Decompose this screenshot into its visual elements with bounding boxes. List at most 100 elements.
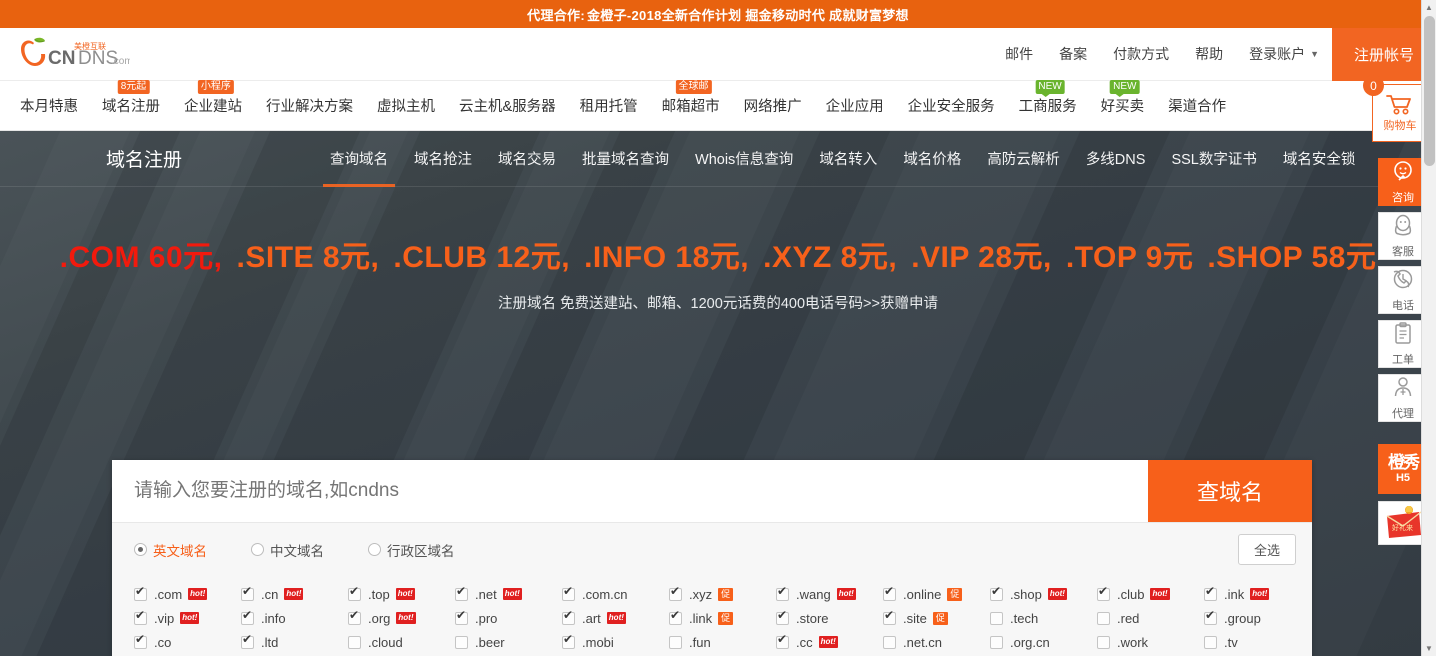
tld-label: .mobi [582,634,614,650]
select-all-button[interactable]: 全选 [1237,534,1296,565]
tld-checkbox-cn[interactable]: .cn hot! [241,582,348,606]
tld-checkbox-mobi[interactable]: .mobi [562,630,669,654]
search-button[interactable]: 查域名 [1148,460,1312,522]
hero-section: 域名注册 查询域名 域名抢注 域名交易 批量域名查询 Whois信息查询 域名转入 域名价格… [0,131,1436,656]
main-nav-item-0[interactable]: 本月特惠 [8,81,90,131]
checkbox-icon [455,585,468,601]
sub-nav-tab-3[interactable]: 批量域名查询 [569,131,682,187]
main-nav-item-label: 虚拟主机 [377,99,435,115]
tld-checkbox-comcn[interactable]: .com.cn [562,582,669,606]
main-nav-item-1[interactable]: 8元起 域名注册 [90,79,172,131]
cart-button[interactable]: 0 购物车 [1363,75,1428,142]
sub-nav-tab-0[interactable]: 查询域名 [317,131,401,187]
checkbox-icon [241,585,254,601]
site-logo[interactable]: CN DNS .com 美橙互联 [12,36,130,72]
checkbox-icon [990,611,1003,625]
red-envelope-gift-icon: 好礼来 [1386,506,1422,538]
tld-checkbox-link[interactable]: .link 促 [669,606,776,630]
sub-nav-tab-9[interactable]: SSL数字证书 [1158,131,1269,187]
top-promo-bar[interactable]: 代理合作: 金橙子-2018全新合作计划 掘金移动时代 成就财富梦想 [0,0,1436,28]
tld-checkbox-beer[interactable]: .beer [455,630,562,654]
hot-badge: hot! [395,588,415,600]
tld-checkbox-group[interactable]: .group [1204,606,1311,630]
checkbox-icon [883,635,896,649]
sub-nav-tab-10[interactable]: 域名安全锁 [1270,131,1369,187]
tld-checkbox-pro[interactable]: .pro [455,606,562,630]
tld-checkbox-shop[interactable]: .shop hot! [990,582,1097,606]
sub-promo-text[interactable]: 注册域名 免费送建站、邮箱、1200元话费的400电话号码>>获赠申请 [0,292,1436,313]
main-nav-item-4[interactable]: 虚拟主机 [365,81,447,131]
main-nav-item-10[interactable]: 企业安全服务 [896,81,1007,131]
sub-nav-tab-4[interactable]: Whois信息查询 [682,131,806,187]
tld-checkbox-site[interactable]: .site 促 [883,606,990,630]
domain-type-radio-2[interactable]: 行政区域名 [368,540,455,560]
main-nav-item-3[interactable]: 行业解决方案 [254,81,365,131]
tld-checkbox-store[interactable]: .store [776,606,883,630]
main-nav-item-6[interactable]: 租用托管 [568,81,650,131]
search-input[interactable] [112,460,1148,522]
tld-checkbox-top[interactable]: .top hot! [348,582,455,606]
tld-checkbox-art[interactable]: .art hot! [562,606,669,630]
scrollbar-thumb[interactable] [1424,16,1435,166]
main-nav-badge: 小程序 [197,79,234,94]
header-right: 邮件 备案 付款方式 帮助 登录账户 ▼ 注册帐号 [992,27,1436,81]
tld-checkbox-red[interactable]: .red [1097,606,1204,630]
checkbox-icon [134,609,147,625]
main-nav-item-2[interactable]: 小程序 企业建站 [172,79,254,131]
main-nav-item-13[interactable]: 渠道合作 [1156,81,1238,131]
main-nav-item-12[interactable]: NEW 好买卖 [1089,79,1157,131]
vertical-scrollbar[interactable]: ▲ ▼ [1421,0,1436,656]
tld-checkbox-xyz[interactable]: .xyz 促 [669,582,776,606]
main-nav-item-5[interactable]: 云主机&服务器 [447,81,568,131]
tld-checkbox-com[interactable]: .com hot! [134,582,241,606]
price-promo-line: .COM 60元, .SITE 8元, .CLUB 12元, .INFO 18元, .X… [0,232,1436,276]
tld-checkbox-net[interactable]: .net hot! [455,582,562,606]
tld-label: .work [1117,634,1149,650]
tld-checkbox-wang[interactable]: .wang hot! [776,582,883,606]
sub-nav-tab-7[interactable]: 高防云解析 [974,131,1073,187]
header-link-mail[interactable]: 邮件 [992,28,1046,81]
header-link-label: 邮件 [1005,46,1034,62]
checkbox-icon [990,585,1003,601]
scroll-down-icon[interactable]: ▼ [1425,644,1433,653]
tld-checkbox-tech[interactable]: .tech [990,606,1097,630]
tld-checkbox-orgcn[interactable]: .org.cn [990,630,1097,654]
main-nav-item-label: 租用托管 [579,99,638,115]
sub-nav-tab-6[interactable]: 域名价格 [890,131,974,187]
tld-checkbox-online[interactable]: .online 促 [883,582,990,606]
header-link-login[interactable]: 登录账户 ▼ [1236,28,1332,81]
radio-dot-icon [134,543,147,556]
tld-checkbox-ltd[interactable]: .ltd [241,630,348,654]
tld-checkbox-cloud[interactable]: .cloud [348,630,455,654]
domain-type-radio-1[interactable]: 中文域名 [251,540,324,560]
main-nav-item-8[interactable]: 网络推广 [732,81,814,131]
tld-checkbox-org[interactable]: .org hot! [348,606,455,630]
tld-checkbox-club[interactable]: .club hot! [1097,582,1204,606]
tld-checkbox-co[interactable]: .co [134,630,241,654]
tld-label: .vip [154,610,175,626]
tld-checkbox-work[interactable]: .work [1097,630,1204,654]
header-link-help[interactable]: 帮助 [1182,28,1236,81]
tld-checkbox-vip[interactable]: .vip hot! [134,606,241,630]
tld-checkbox-netcn[interactable]: .net.cn [883,630,990,654]
scroll-up-icon[interactable]: ▲ [1425,3,1433,12]
sub-nav-tab-1[interactable]: 域名抢注 [401,131,485,187]
checkbox-icon [241,609,254,625]
main-nav-item-7[interactable]: 全球邮 邮箱超市 [650,79,732,131]
sub-nav-tab-5[interactable]: 域名转入 [806,131,890,187]
domain-type-radio-0[interactable]: 英文域名 [134,540,207,560]
header-link-payment[interactable]: 付款方式 [1100,28,1182,81]
sub-nav-tab-8[interactable]: 多线DNS [1073,131,1159,187]
main-nav-item-11[interactable]: NEW 工商服务 [1007,79,1089,131]
tld-label: .ltd [261,634,279,650]
tld-checkbox-cc[interactable]: .cc hot! [776,630,883,654]
sub-nav-tab-2[interactable]: 域名交易 [485,131,569,187]
header-link-beian[interactable]: 备案 [1046,28,1100,81]
tld-label: .wang [796,586,831,602]
tld-checkbox-ink[interactable]: .ink hot! [1204,582,1311,606]
tld-checkbox-fun[interactable]: .fun [669,630,776,654]
main-nav-item-9[interactable]: 企业应用 [814,81,896,131]
tld-checkbox-info[interactable]: .info [241,606,348,630]
tld-label: .tech [1010,610,1039,626]
tld-checkbox-tv[interactable]: .tv [1204,630,1311,654]
